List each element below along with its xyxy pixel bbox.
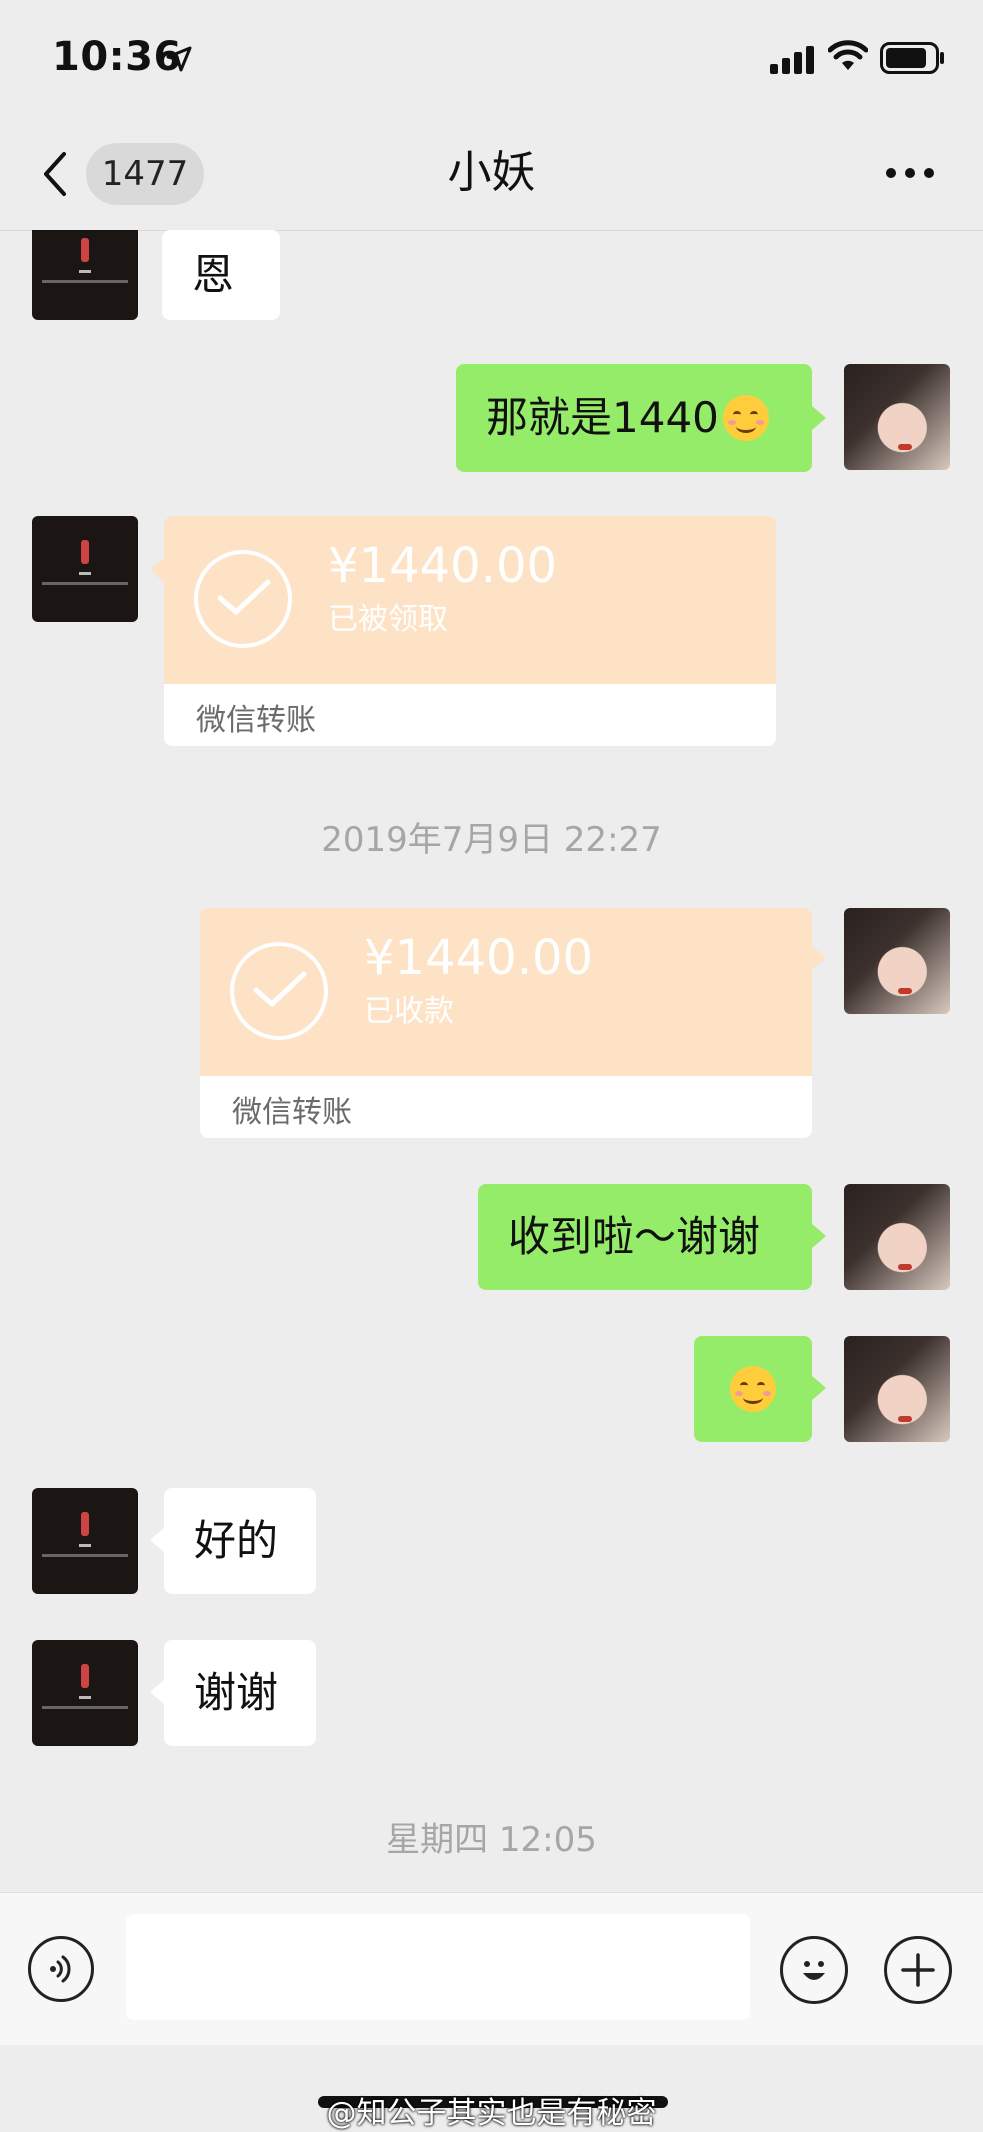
message-bubble[interactable]: 谢谢 xyxy=(164,1640,316,1746)
message-text: 好的 xyxy=(194,1516,279,1565)
bubble-tail xyxy=(812,1376,826,1400)
status-time: 10:36 xyxy=(52,34,182,80)
check-circle-icon xyxy=(194,550,292,648)
transfer-label: 微信转账 xyxy=(232,1095,352,1130)
bubble-tail xyxy=(150,558,164,582)
bubble-tail xyxy=(812,406,826,430)
user-avatar[interactable] xyxy=(844,1336,950,1442)
transfer-label: 微信转账 xyxy=(196,703,316,738)
more-icon[interactable] xyxy=(884,166,936,180)
smile-emoji-icon xyxy=(722,395,769,441)
message-text: 恩 xyxy=(192,250,235,299)
transfer-status: 已被领取 xyxy=(328,602,448,637)
watermark: @知公子其实也是有秘密 xyxy=(326,2096,657,2131)
transfer-card[interactable]: ¥1440.00 已收款 微信转账 xyxy=(200,908,812,1138)
check-icon xyxy=(253,971,307,1007)
message-bubble[interactable]: 好的 xyxy=(164,1488,316,1594)
plus-button[interactable] xyxy=(884,1936,952,2004)
message-bubble[interactable]: 收到啦～谢谢 xyxy=(478,1184,812,1290)
bubble-tail xyxy=(150,1680,164,1704)
check-circle-icon xyxy=(230,942,328,1040)
message-bubble[interactable]: 恩 xyxy=(162,230,280,320)
user-avatar[interactable] xyxy=(844,1184,950,1290)
contact-avatar[interactable] xyxy=(32,1640,138,1746)
smile-emoji-icon xyxy=(730,1366,776,1412)
transfer-amount: ¥1440.00 xyxy=(328,538,558,594)
emoji-message-bubble[interactable] xyxy=(694,1336,812,1442)
voice-icon xyxy=(50,1955,71,1983)
bubble-tail xyxy=(812,946,826,970)
message-text: 那就是1440 xyxy=(486,393,719,442)
chat-title: 小妖 xyxy=(447,147,536,198)
battery-icon xyxy=(880,42,944,74)
wifi-icon xyxy=(828,40,868,70)
message-text: 收到啦～谢谢 xyxy=(508,1212,761,1261)
user-avatar[interactable] xyxy=(844,364,950,470)
check-icon xyxy=(217,579,271,615)
transfer-card[interactable]: ¥1440.00 已被领取 微信转账 xyxy=(164,516,776,746)
message-bubble[interactable]: 那就是1440 xyxy=(456,364,812,472)
chat-timestamp: 2019年7月9日 22:27 xyxy=(321,820,662,860)
contact-avatar[interactable] xyxy=(32,516,138,622)
emoji-icon xyxy=(803,1961,825,1980)
location-arrow-icon xyxy=(166,46,192,72)
transfer-amount: ¥1440.00 xyxy=(364,930,594,986)
bubble-tail xyxy=(812,1224,826,1248)
contact-avatar[interactable] xyxy=(32,1488,138,1594)
signal-icon xyxy=(770,46,814,74)
message-text: 谢谢 xyxy=(194,1668,279,1717)
bubble-tail xyxy=(150,1528,164,1552)
voice-button[interactable] xyxy=(28,1936,94,2002)
user-avatar[interactable] xyxy=(844,908,950,1014)
message-input[interactable] xyxy=(126,1914,750,2020)
emoji-button[interactable] xyxy=(780,1936,848,2004)
chat-timestamp: 星期四 12:05 xyxy=(386,1820,597,1860)
transfer-status: 已收款 xyxy=(364,994,454,1029)
plus-icon xyxy=(901,1953,935,1987)
